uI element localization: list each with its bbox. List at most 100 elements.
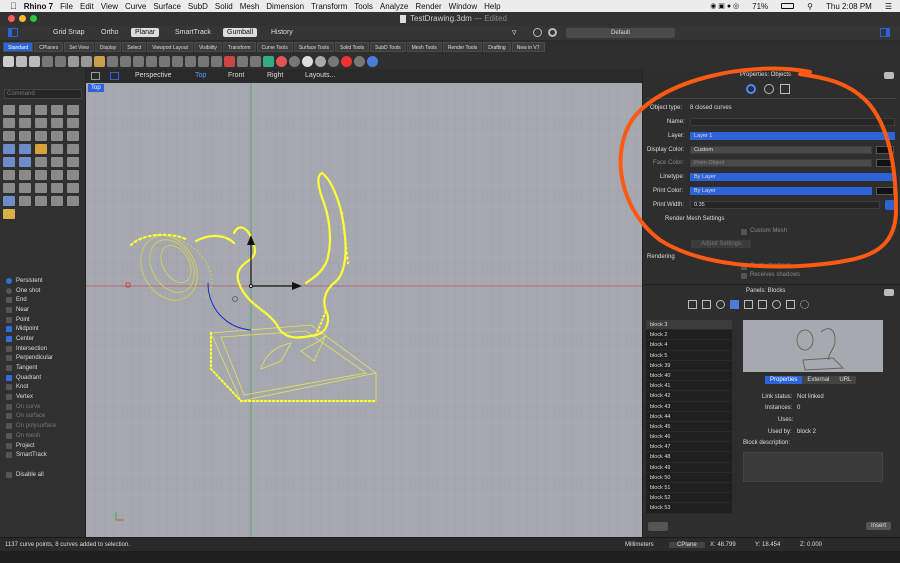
lock-icon[interactable] xyxy=(237,55,248,67)
text-tool-icon[interactable] xyxy=(35,131,47,141)
app-menu[interactable]: Rhino 7 xyxy=(24,2,53,11)
print-icon[interactable] xyxy=(42,55,53,67)
polygon-tool-icon[interactable] xyxy=(67,118,79,128)
tab-set-view[interactable]: Set View xyxy=(64,42,94,52)
new-file-icon[interactable] xyxy=(3,55,14,67)
offset-tool-icon[interactable] xyxy=(19,131,31,141)
block-list-item[interactable]: block 49 xyxy=(646,462,732,473)
extrude-tool-icon[interactable] xyxy=(19,144,31,154)
cplane-selector[interactable]: CPlane xyxy=(669,542,705,548)
viewport-label[interactable]: Top xyxy=(88,84,104,92)
scale-tool-icon[interactable] xyxy=(51,170,63,180)
osnap-one-shot[interactable]: One shot xyxy=(6,286,84,296)
loft-tool-icon[interactable] xyxy=(67,196,79,206)
osnap-on-mesh[interactable]: On mesh xyxy=(6,431,84,441)
block-list-item[interactable]: block 2 xyxy=(646,330,732,341)
cut-icon[interactable] xyxy=(68,55,79,67)
blocks-icon[interactable] xyxy=(730,300,739,309)
transform-tool-icon[interactable] xyxy=(19,196,31,206)
tab-layouts[interactable]: Layouts... xyxy=(305,72,335,79)
block-list-item[interactable]: block 42 xyxy=(646,391,732,402)
notes-icon[interactable] xyxy=(758,300,767,309)
osnap-on-curve[interactable]: On curve xyxy=(6,402,84,412)
blocks-options-icon[interactable] xyxy=(884,289,894,296)
minimize-window-button[interactable] xyxy=(19,15,26,22)
osnap-smarttrack[interactable]: SmartTrack xyxy=(6,450,84,460)
checkbox-project[interactable] xyxy=(6,442,12,449)
osnap-persistent[interactable]: Persistent xyxy=(6,276,84,286)
checkbox-midpoint[interactable] xyxy=(6,326,12,333)
command-input[interactable]: Command xyxy=(4,89,82,99)
materials-icon[interactable] xyxy=(716,300,725,309)
color-wheel-icon[interactable] xyxy=(276,55,287,67)
osnap-end[interactable]: End xyxy=(6,295,84,305)
menu-window[interactable]: Window xyxy=(449,2,477,11)
move-tool-icon[interactable] xyxy=(3,170,15,180)
layer-icon[interactable] xyxy=(250,55,261,67)
dimension-tool-icon[interactable] xyxy=(51,183,63,193)
blocks-settings-icon[interactable] xyxy=(648,522,668,531)
osnap-perpendicular[interactable]: Perpendicular xyxy=(6,354,84,364)
zoom-extents-icon[interactable] xyxy=(172,55,183,67)
arc-tool-icon[interactable] xyxy=(51,118,63,128)
block-list-item[interactable]: block 43 xyxy=(646,401,732,412)
rectangle-tool-icon[interactable] xyxy=(35,118,47,128)
display-mode-icon[interactable] xyxy=(289,55,300,67)
tab-select[interactable]: Select xyxy=(122,42,147,52)
osnap-disable-all[interactable]: Disable all xyxy=(6,470,84,480)
trim-tool-icon[interactable] xyxy=(19,183,31,193)
single-view-icon[interactable] xyxy=(110,72,119,80)
tab-block-url[interactable]: URL xyxy=(834,376,857,384)
osnap-on-polysurface[interactable]: On polysurface xyxy=(6,421,84,431)
block-list-item[interactable]: block 41 xyxy=(646,381,732,392)
tab-top[interactable]: Top xyxy=(195,72,206,79)
radio-persistent[interactable] xyxy=(6,277,12,284)
point-tool-icon[interactable] xyxy=(19,105,31,115)
checkbox-on-surface[interactable] xyxy=(6,413,12,420)
fillet-tool-icon[interactable] xyxy=(3,131,15,141)
sweep-tool-icon[interactable] xyxy=(67,131,79,141)
viewport-canvas[interactable] xyxy=(86,83,642,537)
help-icon[interactable] xyxy=(367,55,378,67)
copy-icon[interactable] xyxy=(81,55,92,67)
sun-icon[interactable] xyxy=(800,300,809,309)
osnap-quadrant[interactable]: Quadrant xyxy=(6,373,84,383)
shaded-icon[interactable] xyxy=(302,55,313,67)
pin-tool-icon[interactable] xyxy=(51,196,63,206)
smarttrack-toggle[interactable]: SmartTrack xyxy=(175,29,211,36)
explode-tool-icon[interactable] xyxy=(35,144,47,154)
battery-icon[interactable] xyxy=(781,3,795,9)
layer-selector[interactable]: Default xyxy=(566,28,675,38)
osnap-vertex[interactable]: Vertex xyxy=(6,392,84,402)
group-tool-icon[interactable] xyxy=(67,144,79,154)
insert-button[interactable]: Insert xyxy=(866,522,892,530)
copy-tool-icon[interactable] xyxy=(19,170,31,180)
ortho-toggle[interactable]: Ortho xyxy=(101,29,119,36)
checkbox-end[interactable] xyxy=(6,297,12,304)
line-tool-icon[interactable] xyxy=(67,105,79,115)
menu-subd[interactable]: SubD xyxy=(188,2,208,11)
gumball-toggle[interactable]: Gumball xyxy=(223,28,258,37)
orient-tool-icon[interactable] xyxy=(35,196,47,206)
checkbox-smarttrack[interactable] xyxy=(6,452,12,459)
named-views-icon[interactable] xyxy=(786,300,795,309)
osnap-on-surface[interactable]: On surface xyxy=(6,412,84,422)
tab-new-in-v7[interactable]: New in V7 xyxy=(511,42,545,52)
tab-subd-tools[interactable]: SubD Tools xyxy=(370,42,406,52)
analyze-tool-icon[interactable] xyxy=(67,183,79,193)
menu-help[interactable]: Help xyxy=(484,2,500,11)
tab-mesh-tools[interactable]: Mesh Tools xyxy=(406,42,442,52)
tab-transform[interactable]: Transform xyxy=(222,42,256,52)
checkbox-on-polysurface[interactable] xyxy=(6,423,12,430)
menu-edit[interactable]: Edit xyxy=(80,2,94,11)
block-list-item[interactable]: block 46 xyxy=(646,432,732,443)
menu-render[interactable]: Render xyxy=(415,2,441,11)
material-icon[interactable] xyxy=(328,55,339,67)
block-list-item[interactable]: block 39 xyxy=(646,360,732,371)
top-viewport[interactable] xyxy=(86,83,642,537)
tab-surface-tools[interactable]: Surface Tools xyxy=(293,42,335,52)
render-icon[interactable] xyxy=(341,55,352,67)
checkbox-vertex[interactable] xyxy=(6,394,12,401)
block-list-item[interactable]: block 50 xyxy=(646,472,732,483)
rendered-icon[interactable] xyxy=(315,55,326,67)
